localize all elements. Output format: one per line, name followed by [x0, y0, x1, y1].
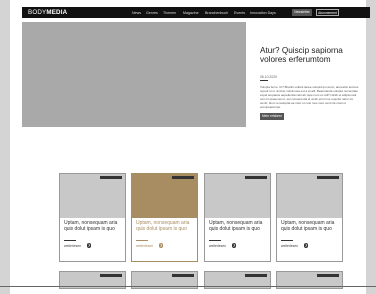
- newsletter-button[interactable]: Newsletter: [292, 9, 312, 16]
- logo-bold: MEDIA: [46, 8, 68, 16]
- card-title[interactable]: Uptam, nonsequam aria quis dolut ipsam i…: [209, 220, 267, 232]
- article-card[interactable]: Uptam, nonsequam aria quis dolut ipsam i…: [204, 173, 271, 262]
- card-category-tag: [172, 176, 194, 179]
- card-category-tag: [317, 274, 339, 277]
- card-category-tag: [100, 274, 122, 277]
- card-read-more[interactable]: weiterlesen: [209, 244, 226, 248]
- card-image: [132, 174, 197, 218]
- hero-title[interactable]: Atur? Quiscip sapiorna volores erferumto…: [260, 46, 360, 64]
- card-image: [205, 174, 270, 218]
- card-divider: [64, 240, 76, 241]
- arrow-right-icon[interactable]: ❯: [232, 243, 237, 248]
- card-category-tag: [172, 274, 194, 277]
- nav-item-themen[interactable]: Themen: [163, 11, 176, 15]
- frame-border: [0, 286, 376, 287]
- card-category-tag: [245, 176, 267, 179]
- nav-item-genres[interactable]: Genres: [146, 11, 158, 15]
- card-category-tag: [317, 176, 339, 179]
- article-card[interactable]: Uptam, nonsequam aria quis dolut ipsam i…: [59, 173, 126, 262]
- nav-item-innovation-days[interactable]: Innovation Days: [250, 11, 276, 15]
- nav-item-branchenbuch[interactable]: Branchenbuch: [205, 11, 228, 15]
- logo[interactable]: BODYMEDIA: [28, 9, 67, 16]
- card-title[interactable]: Uptam, nonsequam aria quis dolut ipsam i…: [281, 220, 339, 232]
- card-title[interactable]: Uptam, nonsequam aria quis dolut ipsam i…: [136, 220, 194, 232]
- nav-item-news[interactable]: News: [132, 11, 141, 15]
- card-title[interactable]: Uptam, nonsequam aria quis dolut ipsam i…: [64, 220, 122, 232]
- card-image: [60, 174, 125, 218]
- arrow-right-icon[interactable]: ❯: [87, 243, 92, 248]
- card-category-tag: [100, 176, 122, 179]
- page-gutter-left: [0, 0, 10, 294]
- article-card[interactable]: Uptam, nonsequam aria quis dolut ipsam i…: [276, 173, 343, 262]
- article-card[interactable]: Uptam, nonsequam aria quis dolut ipsam i…: [131, 173, 198, 262]
- card-divider: [281, 240, 293, 241]
- card-read-more[interactable]: weiterlesen: [281, 244, 298, 248]
- card-read-more[interactable]: weiterlesen: [136, 244, 153, 248]
- hero-body-text: Volupta ferce. Ut? Biscilis vollant lace…: [260, 85, 359, 109]
- hero-date: 06.10.2020: [260, 75, 277, 79]
- arrow-right-icon[interactable]: ❯: [159, 243, 164, 248]
- logo-light: BODY: [28, 8, 47, 16]
- card-divider: [136, 240, 148, 241]
- subscribe-button[interactable]: Abonnement: [316, 9, 339, 16]
- nav-item-events[interactable]: Events: [234, 11, 245, 15]
- card-read-more[interactable]: weiterlesen: [64, 244, 81, 248]
- hero-image[interactable]: [22, 22, 246, 127]
- hero-divider: [260, 80, 268, 81]
- card-category-tag: [245, 274, 267, 277]
- page-gutter-right: [366, 0, 376, 294]
- arrow-right-icon[interactable]: ❯: [304, 243, 309, 248]
- card-image: [277, 174, 342, 218]
- nav-item-magazine[interactable]: Magazine: [183, 11, 199, 15]
- hero-read-more-button[interactable]: Mehr erfahren: [260, 113, 284, 120]
- card-divider: [209, 240, 221, 241]
